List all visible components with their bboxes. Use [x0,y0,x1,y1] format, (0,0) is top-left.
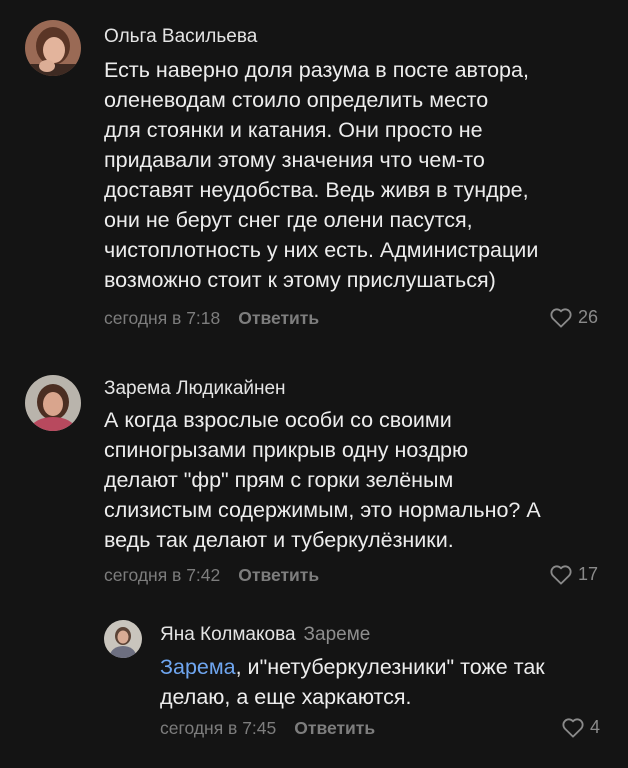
like-button[interactable]: 17 [550,564,598,585]
comment-text: А когда взрослые особи со своими спиногр… [104,408,541,552]
reply-meta: сегодня в 7:45 Ответить [160,718,375,739]
heart-outline-icon [550,307,572,328]
comment-meta: сегодня в 7:18 Ответить [104,308,319,329]
comment-timestamp: сегодня в 7:42 [104,565,221,585]
avatar[interactable] [25,375,81,431]
comment-timestamp: сегодня в 7:18 [104,308,221,328]
user-photo-avatar-icon [25,375,81,431]
reply-author-name[interactable]: Яна Колмакова [160,624,296,645]
reply-author: Яна Колмакова Зареме [160,624,370,646]
user-photo-avatar-icon [25,20,81,76]
comment-author[interactable]: Зарема Людикайнен [104,378,286,400]
avatar[interactable] [104,620,142,658]
avatar[interactable] [25,20,81,76]
reply-to-label[interactable]: Зареме [304,624,371,645]
user-photo-avatar-icon [104,620,142,658]
reply-button[interactable]: Ответить [294,718,375,738]
comment-meta: сегодня в 7:42 Ответить [104,565,319,586]
reply-button[interactable]: Ответить [238,308,319,328]
like-button[interactable]: 4 [562,717,600,738]
comment-text: Есть наверно доля разума в посте автора,… [104,58,539,292]
like-count: 4 [590,717,601,737]
like-count: 17 [578,564,599,584]
comment-author[interactable]: Ольга Васильева [104,26,257,48]
reply-button[interactable]: Ответить [238,565,319,585]
like-button[interactable]: 26 [550,307,598,328]
like-count: 26 [578,307,599,327]
heart-outline-icon [550,564,572,585]
reply-timestamp: сегодня в 7:45 [160,718,277,738]
comment-item: Ольга Васильева Есть наверно доля разума… [0,0,628,340]
reply-text: Зарема, и"нетуберкулезники" тоже так дел… [160,652,610,712]
mention-link[interactable]: Зарема [160,655,236,679]
heart-outline-icon [562,717,584,738]
